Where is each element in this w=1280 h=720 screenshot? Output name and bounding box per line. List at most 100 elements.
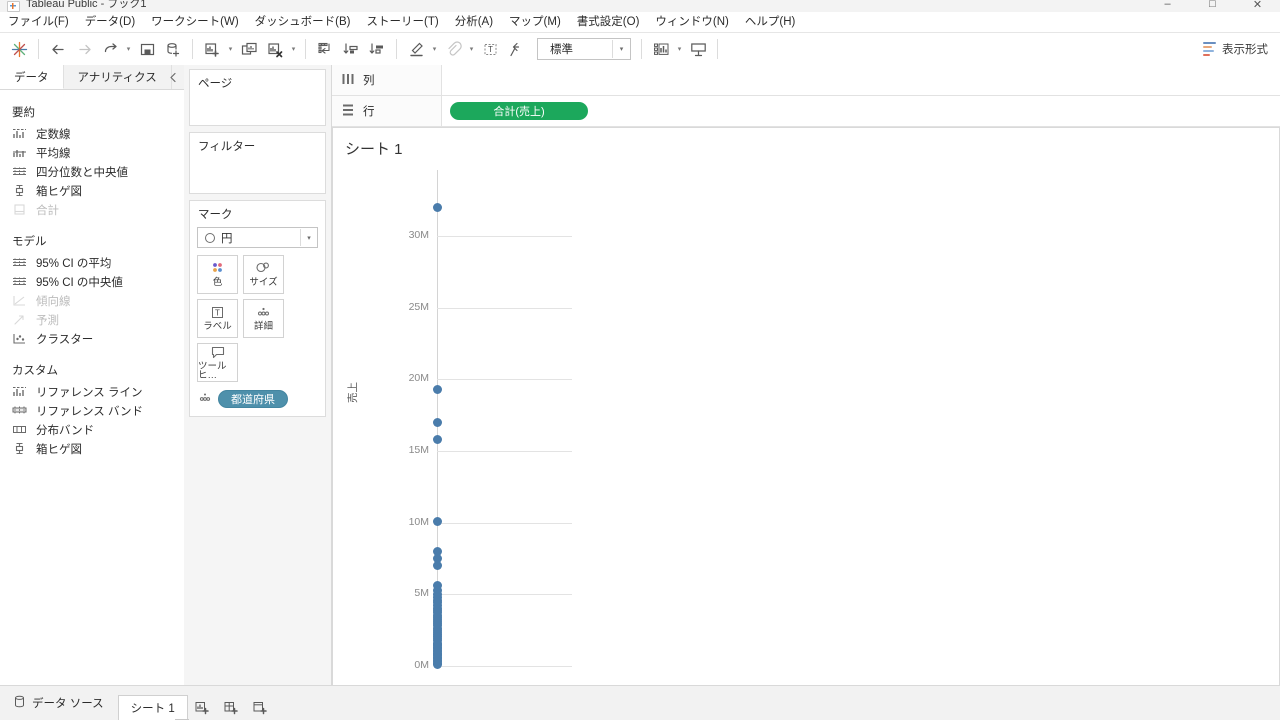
rows-shelf[interactable]: 行 合計(売上) xyxy=(332,96,1280,127)
analytics-item-average-ci[interactable]: 95% CI の平均 xyxy=(0,253,184,272)
new-dashboard-button[interactable] xyxy=(217,695,246,720)
rows-pill-sales[interactable]: 合計(売上) xyxy=(450,102,588,120)
data-source-icon xyxy=(14,695,25,711)
analytics-item-box-plot-custom[interactable]: 箱ヒゲ図 xyxy=(0,439,184,458)
analytics-item-box-plot[interactable]: 箱ヒゲ図 xyxy=(0,181,184,200)
show-hide-cards-icon[interactable] xyxy=(648,36,674,62)
menu-help[interactable]: ヘルプ(H) xyxy=(737,12,803,32)
show-mark-labels-icon[interactable]: T xyxy=(477,36,503,62)
tableau-home-icon[interactable] xyxy=(6,36,32,62)
distribution-band-icon xyxy=(12,423,27,436)
swap-rows-columns-icon[interactable] xyxy=(312,36,338,62)
tableau-logo-icon xyxy=(7,0,20,12)
menu-format[interactable]: 書式設定(O) xyxy=(569,12,648,32)
chevron-left-icon[interactable] xyxy=(169,65,178,89)
analytics-item-cluster[interactable]: クラスター xyxy=(0,329,184,348)
menu-window[interactable]: ウィンドウ(N) xyxy=(647,12,736,32)
mark-type-caret-icon[interactable]: ▾ xyxy=(300,229,317,246)
new-story-button[interactable] xyxy=(246,695,275,720)
y-axis-tick-label: 20M xyxy=(408,372,429,384)
maximize-button[interactable]: □ xyxy=(1190,0,1235,10)
marks-label-button[interactable]: T ラベル xyxy=(197,299,238,338)
new-worksheet-icon[interactable] xyxy=(199,36,225,62)
marks-detail-button[interactable]: 詳細 xyxy=(243,299,284,338)
window-title: Tableau Public - ブック1 xyxy=(26,0,147,10)
menu-analysis[interactable]: 分析(A) xyxy=(447,12,501,32)
menu-map[interactable]: マップ(M) xyxy=(501,12,569,32)
scatter-plot[interactable]: 売上 0M 5M 10M 15M 20M 25M 30M xyxy=(333,128,1280,687)
redo-arrow-icon[interactable] xyxy=(97,36,123,62)
sheet-tab-1[interactable]: シート 1 xyxy=(117,695,188,720)
label-icon: T xyxy=(212,307,223,319)
fix-axes-icon[interactable] xyxy=(503,36,529,62)
marks-color-button[interactable]: 色 xyxy=(197,255,238,294)
rows-shelf-dropzone[interactable]: 合計(売上) xyxy=(442,96,1280,126)
presentation-mode-icon[interactable] xyxy=(685,36,711,62)
menu-story[interactable]: ストーリー(T) xyxy=(359,12,447,32)
tab-analytics[interactable]: アナリティクス xyxy=(63,65,172,89)
clear-sheet-icon[interactable] xyxy=(262,36,288,62)
save-icon[interactable] xyxy=(134,36,160,62)
analytics-item-reference-line[interactable]: リファレンス ライン xyxy=(0,382,184,401)
analytics-item-distribution-band[interactable]: 分布バンド xyxy=(0,420,184,439)
new-worksheet-caret-icon[interactable]: ▾ xyxy=(225,36,236,62)
menu-bar: ファイル(F) データ(D) ワークシート(W) ダッシュボード(B) ストーリ… xyxy=(0,12,1280,33)
data-point[interactable] xyxy=(432,659,442,669)
analytics-item-average-line[interactable]: 平均線 xyxy=(0,143,184,162)
gridline xyxy=(437,308,572,309)
data-source-tab[interactable]: データ ソース xyxy=(0,686,118,720)
redo-dropdown-caret-icon[interactable]: ▾ xyxy=(123,36,134,62)
analytics-item-median-quartiles[interactable]: 四分位数と中央値 xyxy=(0,162,184,181)
size-icon xyxy=(256,262,269,273)
mark-type-select[interactable]: 円 ▾ xyxy=(197,227,318,248)
analytics-item-totals[interactable]: 合計 xyxy=(0,200,184,219)
analytics-item-constant-line[interactable]: 定数線 xyxy=(0,124,184,143)
back-arrow-icon[interactable] xyxy=(45,36,71,62)
group-caret-icon[interactable]: ▾ xyxy=(466,36,477,62)
data-point[interactable] xyxy=(432,417,442,427)
new-data-source-icon[interactable] xyxy=(160,36,186,62)
analytics-item-label: 傾向線 xyxy=(36,295,71,308)
new-worksheet-button[interactable] xyxy=(188,695,217,720)
data-point[interactable] xyxy=(432,561,442,571)
analytics-item-trend-line[interactable]: 傾向線 xyxy=(0,291,184,310)
menu-file[interactable]: ファイル(F) xyxy=(0,12,77,32)
menu-dashboard[interactable]: ダッシュボード(B) xyxy=(247,12,359,32)
highlight-icon[interactable] xyxy=(403,36,429,62)
menu-worksheet[interactable]: ワークシート(W) xyxy=(143,12,247,32)
columns-shelf-dropzone[interactable] xyxy=(442,65,1280,95)
sort-descending-icon[interactable] xyxy=(364,36,390,62)
analytics-item-forecast[interactable]: 予測 xyxy=(0,310,184,329)
sort-ascending-icon[interactable] xyxy=(338,36,364,62)
fit-select[interactable]: 標準 ▾ xyxy=(537,38,631,60)
marks-size-button[interactable]: サイズ xyxy=(243,255,284,294)
gridline xyxy=(437,379,572,380)
card-marks-title: マーク xyxy=(198,209,233,221)
data-point[interactable] xyxy=(432,202,442,212)
duplicate-sheet-icon[interactable] xyxy=(236,36,262,62)
menu-data[interactable]: データ(D) xyxy=(77,12,143,32)
data-point[interactable] xyxy=(432,384,442,394)
clear-sheet-caret-icon[interactable]: ▾ xyxy=(288,36,299,62)
worksheet-view: シート 1 売上 0M 5M 10M 15M 20M 25M 30M xyxy=(332,127,1280,686)
data-point[interactable] xyxy=(432,435,442,445)
minimize-button[interactable]: – xyxy=(1145,0,1190,10)
data-point[interactable] xyxy=(432,516,442,526)
analytics-item-reference-band[interactable]: リファレンス バンド xyxy=(0,401,184,420)
show-me-button[interactable]: 表示形式 xyxy=(1203,41,1280,57)
show-hide-cards-caret-icon[interactable]: ▾ xyxy=(674,36,685,62)
card-filters[interactable]: フィルター xyxy=(189,132,326,194)
highlight-caret-icon[interactable]: ▾ xyxy=(429,36,440,62)
marks-tooltip-button[interactable]: ツールヒ… xyxy=(197,343,238,382)
tab-data[interactable]: データ xyxy=(0,65,64,89)
marks-pill-prefecture[interactable]: 都道府県 xyxy=(218,390,288,408)
group-members-icon[interactable] xyxy=(440,36,466,62)
close-button[interactable]: ✕ xyxy=(1235,0,1280,11)
forward-arrow-icon[interactable] xyxy=(71,36,97,62)
analytics-item-median-ci[interactable]: 95% CI の中央値 xyxy=(0,272,184,291)
card-pages[interactable]: ページ xyxy=(189,69,326,126)
toolbar-separator-5 xyxy=(641,39,642,59)
columns-shelf[interactable]: 列 xyxy=(332,65,1280,96)
marks-tooltip-label: ツールヒ… xyxy=(198,360,227,381)
fit-select-caret-icon[interactable]: ▾ xyxy=(612,40,630,58)
